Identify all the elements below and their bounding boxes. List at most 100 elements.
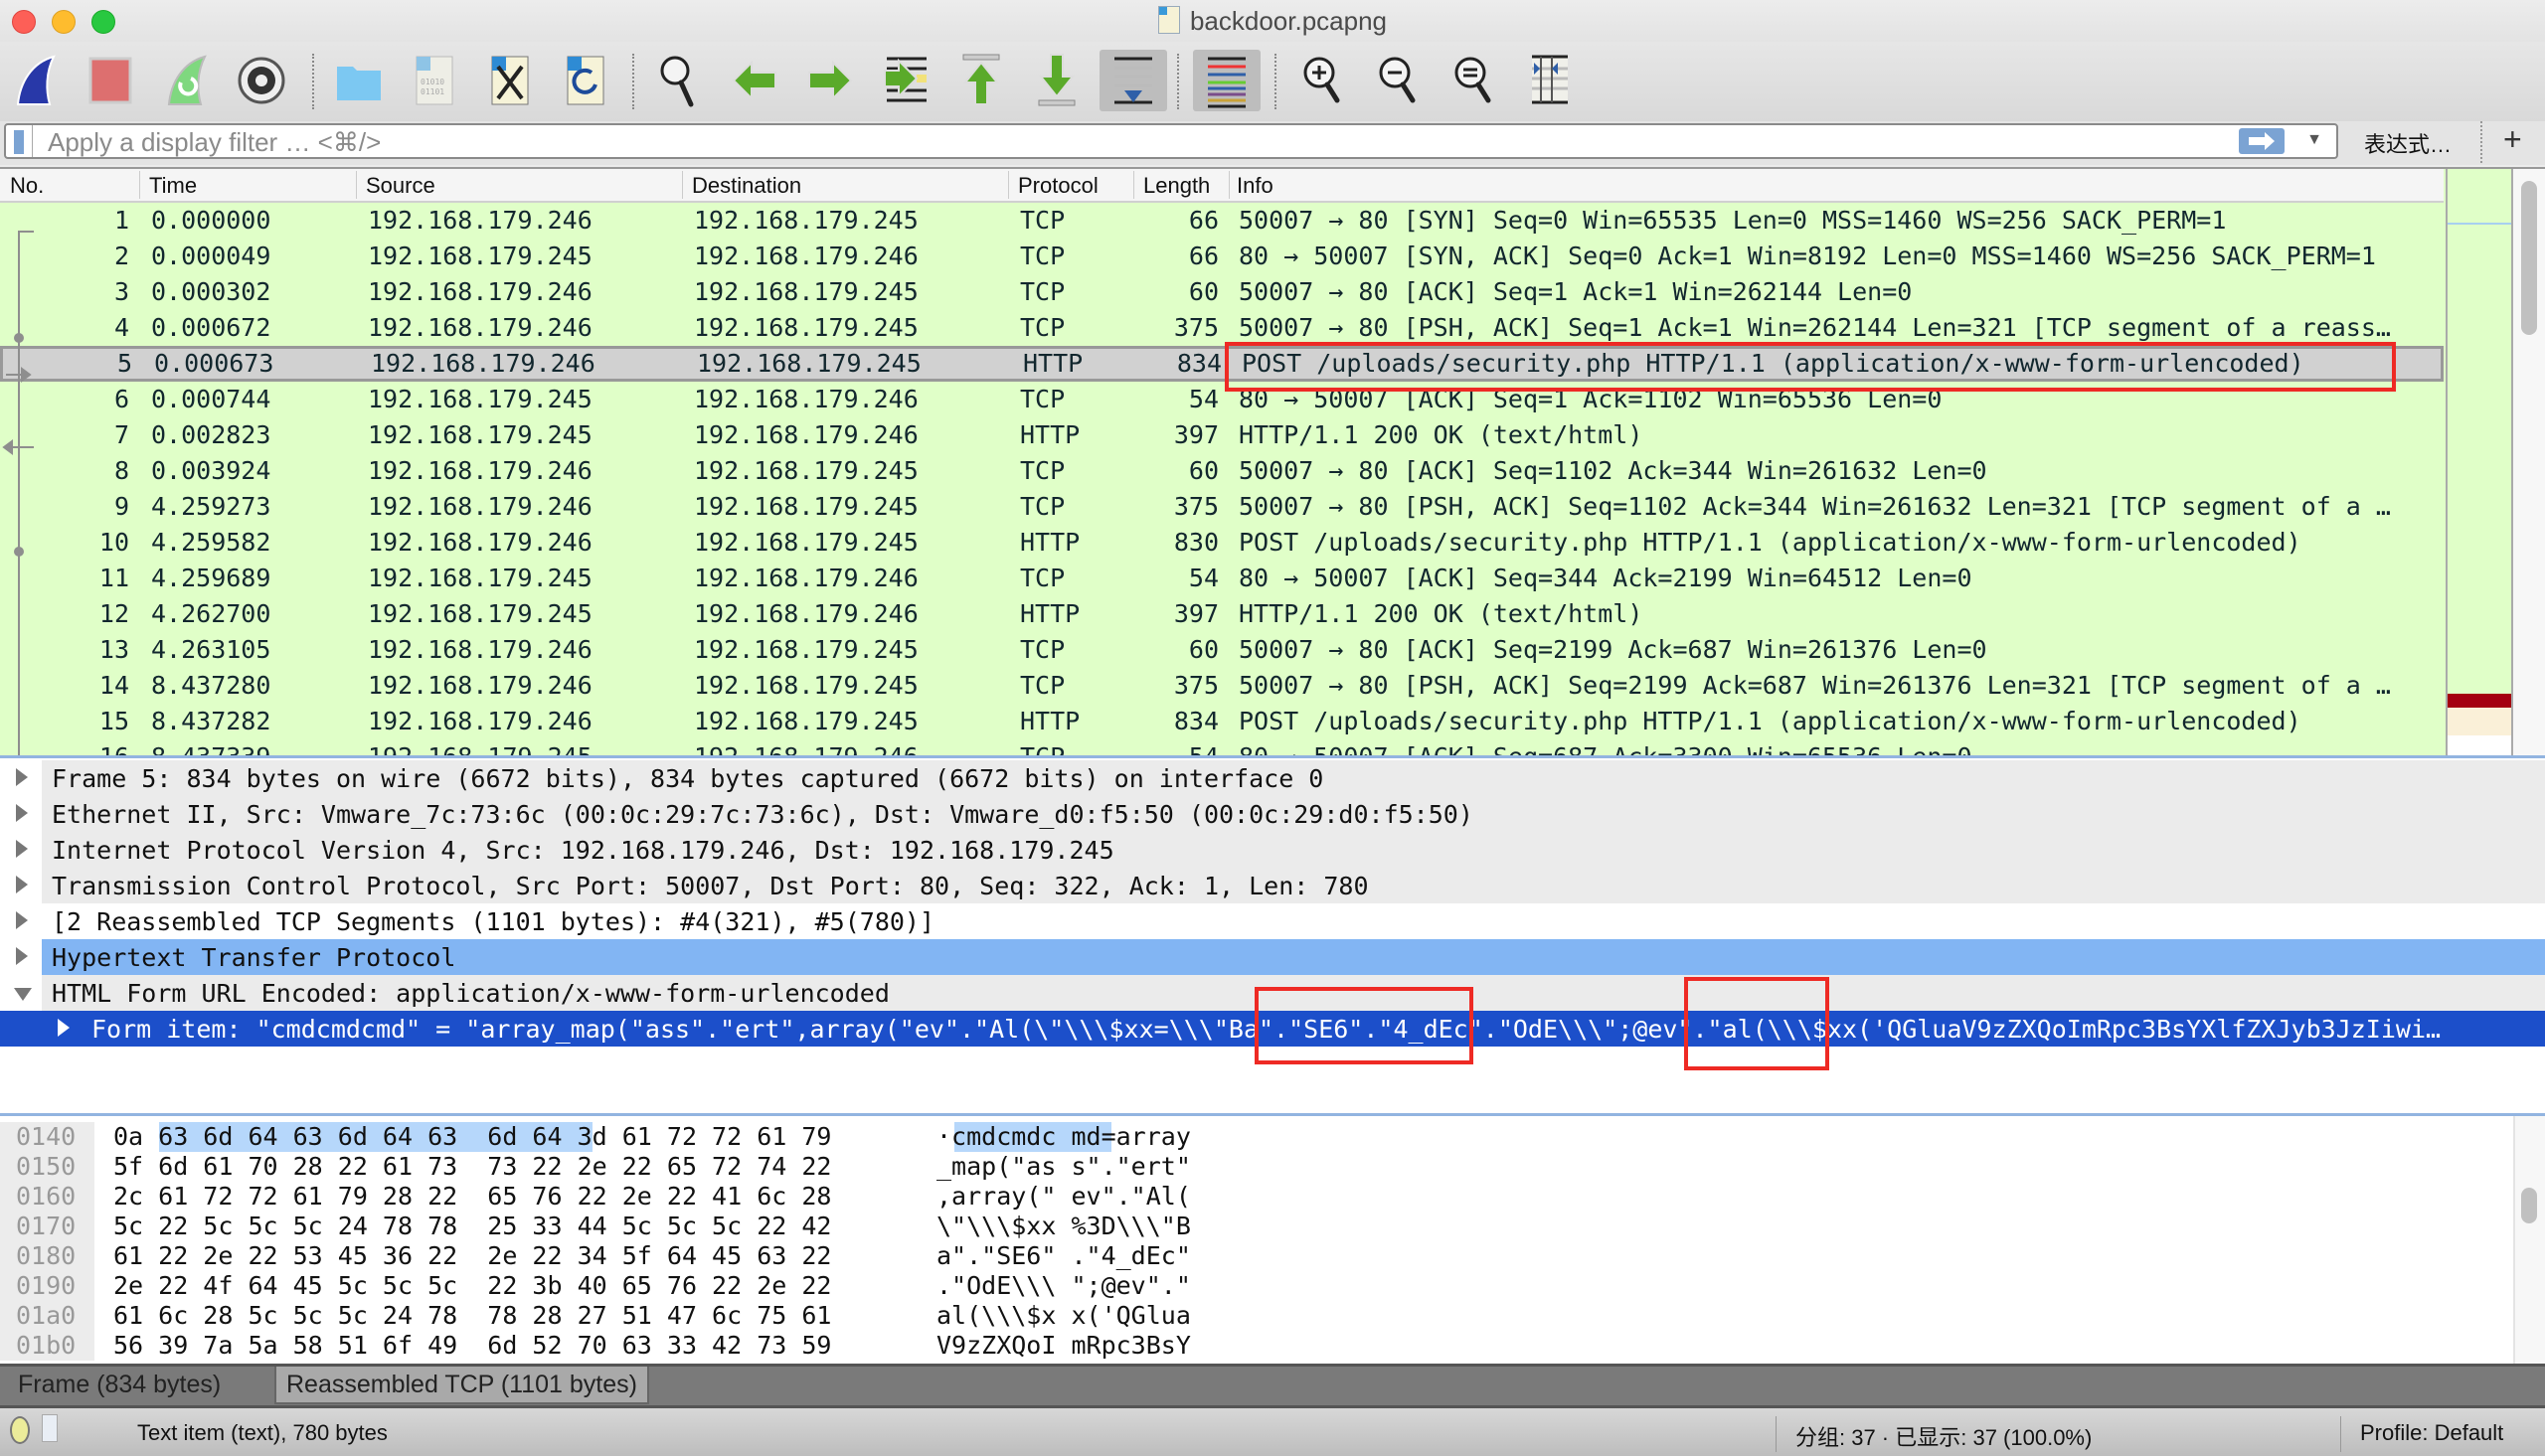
normal-size-button[interactable] xyxy=(1445,50,1503,111)
packet-row[interactable]: 11 4.259689 192.168.179.245 192.168.179.246… xyxy=(0,561,2444,596)
expert-info-indicator-icon[interactable] xyxy=(10,1416,30,1444)
detail-tree-item[interactable]: [2 Reassembled TCP Segments (1101 bytes)… xyxy=(0,903,2545,939)
column-divider[interactable] xyxy=(139,171,140,199)
packet-row[interactable]: 9 4.259273 192.168.179.246 192.168.179.245 T… xyxy=(0,489,2444,525)
column-divider[interactable] xyxy=(682,171,683,199)
capture-comment-icon[interactable] xyxy=(42,1414,58,1442)
packet-cell-proto: TCP xyxy=(1020,277,1066,306)
column-header-time[interactable]: Time xyxy=(149,173,197,199)
restart-capture-button[interactable] xyxy=(157,50,215,111)
column-header-length[interactable]: Length xyxy=(1143,173,1210,199)
hex-ascii[interactable]: al(\\\$x x('QGlua xyxy=(936,1301,1191,1330)
packet-row[interactable]: 10 4.259582 192.168.179.246 192.168.179.245… xyxy=(0,525,2444,561)
first-packet-button[interactable] xyxy=(952,50,1010,111)
display-filter-input[interactable] xyxy=(46,127,2217,157)
hex-ascii[interactable]: a"."SE6" ."4_dEc" xyxy=(936,1241,1191,1270)
title-bar: backdoor.pcapng xyxy=(0,0,2545,42)
detail-tree-item[interactable]: Transmission Control Protocol, Src Port:… xyxy=(0,868,2545,903)
bookmark-icon[interactable] xyxy=(14,130,24,154)
hex-ascii[interactable]: \"\\\$xx %3D\\\"B xyxy=(936,1212,1191,1240)
detail-tree-item[interactable]: Ethernet II, Src: Vmware_7c:73:6c (00:0c… xyxy=(0,796,2545,832)
expression-button[interactable]: 表达式… xyxy=(2364,127,2452,159)
hex-bytes[interactable]: 5f 6d 61 70 28 22 61 73 73 22 2e 22 65 7… xyxy=(113,1152,831,1181)
hex-bytes[interactable]: 61 22 2e 22 53 45 36 22 2e 22 34 5f 64 4… xyxy=(113,1241,831,1270)
column-divider[interactable] xyxy=(1229,171,1230,199)
open-file-button[interactable] xyxy=(330,50,388,111)
go-back-button[interactable] xyxy=(726,50,783,111)
hex-ascii[interactable]: _map("as s"."ert" xyxy=(936,1152,1191,1181)
hex-bytes[interactable]: 61 6c 28 5c 5c 5c 24 78 78 28 27 51 47 6… xyxy=(113,1301,831,1330)
expand-right-icon[interactable] xyxy=(16,947,28,965)
hex-ascii[interactable]: V9zZXQoI mRpc3BsY xyxy=(936,1331,1191,1360)
stop-capture-button[interactable] xyxy=(82,50,139,111)
hex-ascii[interactable]: ."OdE\\\ ";@ev"." xyxy=(936,1271,1191,1300)
zoom-out-button[interactable] xyxy=(1370,50,1428,111)
packet-row[interactable]: 4 0.000672 192.168.179.246 192.168.179.245 T… xyxy=(0,310,2444,346)
expand-right-icon[interactable] xyxy=(16,911,28,929)
packet-row[interactable]: 14 8.437280 192.168.179.246 192.168.179.245… xyxy=(0,668,2444,704)
detail-tree-item[interactable]: Hypertext Transfer Protocol xyxy=(0,939,2545,975)
resize-columns-button[interactable] xyxy=(1521,50,1579,111)
expand-down-icon[interactable] xyxy=(14,988,32,1001)
column-header-info[interactable]: Info xyxy=(1237,173,1273,199)
bytes-scrollbar[interactable] xyxy=(2513,1116,2545,1367)
expand-right-icon[interactable] xyxy=(16,840,28,858)
packet-cell-dst: 192.168.179.245 xyxy=(694,277,919,306)
expand-right-icon[interactable] xyxy=(16,876,28,893)
hex-bytes[interactable]: 56 39 7a 5a 58 51 6f 49 6d 52 70 63 33 4… xyxy=(113,1331,831,1360)
hex-bytes[interactable]: 5c 22 5c 5c 5c 24 78 78 25 33 44 5c 5c 5… xyxy=(113,1212,831,1240)
packet-row[interactable]: 1 0.000000 192.168.179.246 192.168.179.245 T… xyxy=(0,203,2444,239)
start-capture-button[interactable] xyxy=(6,50,64,111)
column-divider[interactable] xyxy=(356,171,357,199)
arrow-right-icon xyxy=(2249,132,2275,150)
detail-tree-item[interactable]: Frame 5: 834 bytes on wire (6672 bits), … xyxy=(0,760,2545,796)
hex-ascii[interactable]: ·cmdcmdc md=array xyxy=(936,1122,1191,1151)
last-packet-button[interactable] xyxy=(1028,50,1086,111)
detail-tree-item[interactable]: Internet Protocol Version 4, Src: 192.16… xyxy=(0,832,2545,868)
packet-row[interactable]: 2 0.000049 192.168.179.245 192.168.179.246 T… xyxy=(0,239,2444,274)
expand-right-icon[interactable] xyxy=(58,1019,70,1037)
column-header-protocol[interactable]: Protocol xyxy=(1018,173,1099,199)
auto-scroll-button[interactable] xyxy=(1100,50,1167,111)
packet-row[interactable]: 15 8.437282 192.168.179.246 192.168.179.245… xyxy=(0,704,2444,739)
expand-right-icon[interactable] xyxy=(16,768,28,786)
zoom-in-button[interactable] xyxy=(1294,50,1352,111)
scrollbar-thumb[interactable] xyxy=(2521,1188,2537,1223)
packet-list-scrollbar[interactable] xyxy=(2513,169,2545,757)
packet-row[interactable]: 3 0.000302 192.168.179.246 192.168.179.245 T… xyxy=(0,274,2444,310)
scrollbar-thumb[interactable] xyxy=(2521,181,2537,335)
close-file-button[interactable] xyxy=(481,50,539,111)
column-divider[interactable] xyxy=(1008,171,1009,199)
packet-row[interactable]: 12 4.262700 192.168.179.245 192.168.179.246… xyxy=(0,596,2444,632)
hex-bytes[interactable]: 2c 61 72 72 61 79 28 22 65 76 22 2e 22 4… xyxy=(113,1182,831,1211)
find-packet-button[interactable] xyxy=(650,50,708,111)
reload-file-button[interactable] xyxy=(557,50,614,111)
tab-reassembled-tcp[interactable]: Reassembled TCP (1101 bytes) xyxy=(274,1367,649,1404)
column-divider[interactable] xyxy=(1133,171,1134,199)
tab-frame-bytes[interactable]: Frame (834 bytes) xyxy=(8,1367,231,1404)
packet-cell-info: 50007 → 80 [PSH, ACK] Seq=1102 Ack=344 W… xyxy=(1239,492,2391,521)
packet-cell-src: 192.168.179.246 xyxy=(368,707,593,735)
packet-row[interactable]: 7 0.002823 192.168.179.245 192.168.179.246 H… xyxy=(0,417,2444,453)
packet-cell-time: 0.000673 xyxy=(154,349,274,378)
hex-bytes[interactable]: 0a 63 6d 64 63 6d 64 63 6d 64 3d 61 72 7… xyxy=(113,1122,831,1151)
packet-minimap[interactable] xyxy=(2446,169,2513,757)
capture-options-button[interactable] xyxy=(233,50,290,111)
column-header-destination[interactable]: Destination xyxy=(692,173,801,199)
save-file-button[interactable]: 01010 01101 xyxy=(406,50,463,111)
profile-label[interactable]: Profile: Default xyxy=(2360,1420,2503,1446)
go-forward-button[interactable] xyxy=(801,50,859,111)
filter-history-dropdown[interactable]: ▼ xyxy=(2306,131,2322,149)
add-filter-button[interactable]: + xyxy=(2503,121,2522,158)
hex-ascii[interactable]: ,array(" ev"."Al( xyxy=(936,1182,1191,1211)
expand-right-icon[interactable] xyxy=(16,804,28,822)
packet-cell-time: 8.437280 xyxy=(151,671,271,700)
packet-row[interactable]: 8 0.003924 192.168.179.246 192.168.179.245 T… xyxy=(0,453,2444,489)
hex-bytes[interactable]: 2e 22 4f 64 45 5c 5c 5c 22 3b 40 65 76 2… xyxy=(113,1271,831,1300)
apply-filter-button[interactable] xyxy=(2239,128,2285,154)
packet-row[interactable]: 13 4.263105 192.168.179.246 192.168.179.245… xyxy=(0,632,2444,668)
go-to-packet-button[interactable] xyxy=(877,50,934,111)
colorize-icon xyxy=(1208,57,1246,108)
column-header-source[interactable]: Source xyxy=(366,173,435,199)
colorize-button[interactable] xyxy=(1193,50,1261,111)
